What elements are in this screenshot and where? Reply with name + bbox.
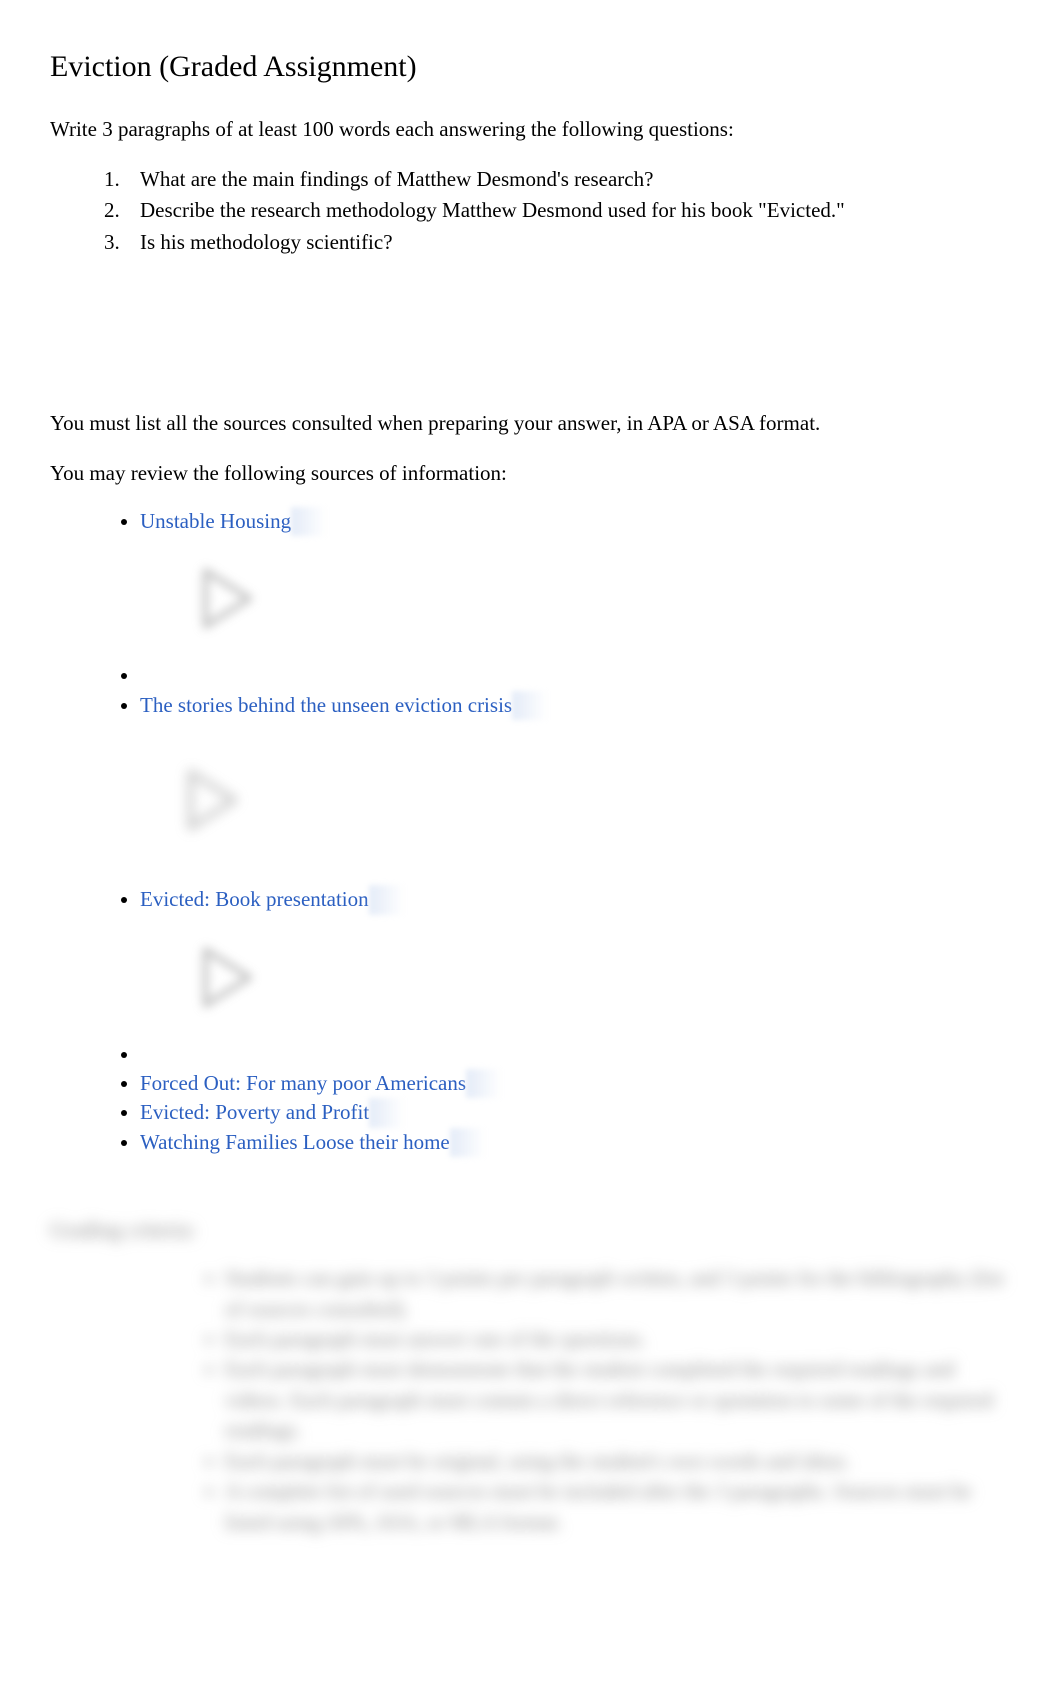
play-icon xyxy=(200,561,255,636)
page-title: Eviction (Graded Assignment) xyxy=(50,50,1012,84)
question-item: Is his methodology scientific? xyxy=(125,227,1012,259)
link-unstable-housing[interactable]: Unstable Housing xyxy=(140,509,291,533)
question-item: Describe the research methodology Matthe… xyxy=(125,195,1012,227)
grading-item: A complete list of used sources must be … xyxy=(225,1476,1012,1537)
play-icon xyxy=(185,760,240,840)
link-book-presentation[interactable]: Evicted: Book presentation xyxy=(140,887,369,911)
sources-list: Unstable Housing The stories behind the … xyxy=(140,507,1012,1157)
list-item: Unstable Housing xyxy=(140,507,1012,636)
grading-item: Students can gain up to 3 points per par… xyxy=(225,1263,1012,1324)
questions-list: What are the main findings of Matthew De… xyxy=(125,164,1012,259)
grading-section: Grading criteria: Students can gain up t… xyxy=(50,1217,1012,1537)
grading-item: Each paragraph must answer one of the qu… xyxy=(225,1324,1012,1354)
list-item: The stories behind the unseen eviction c… xyxy=(140,691,1012,840)
grading-item: Each paragraph must demonstrate that the… xyxy=(225,1354,1012,1445)
link-eviction-crisis[interactable]: The stories behind the unseen eviction c… xyxy=(140,693,512,717)
grading-item: Each paragraph must be original, using t… xyxy=(225,1446,1012,1476)
intro-text: Write 3 paragraphs of at least 100 words… xyxy=(50,114,1012,146)
list-item-empty xyxy=(140,661,1012,690)
link-forced-out[interactable]: Forced Out: For many poor Americans xyxy=(140,1071,466,1095)
grading-title: Grading criteria: xyxy=(50,1217,1012,1243)
list-item: Evicted: Book presentation xyxy=(140,885,1012,1014)
sources-note: You must list all the sources consulted … xyxy=(50,408,1012,440)
spacer xyxy=(50,288,1012,408)
list-item: Watching Families Loose their home xyxy=(140,1128,1012,1157)
play-icon xyxy=(200,940,255,1015)
list-item: Evicted: Poverty and Profit xyxy=(140,1098,1012,1127)
review-note: You may review the following sources of … xyxy=(50,458,1012,490)
grading-list: Students can gain up to 3 points per par… xyxy=(225,1263,1012,1537)
link-watching-families[interactable]: Watching Families Loose their home xyxy=(140,1130,450,1154)
question-item: What are the main findings of Matthew De… xyxy=(125,164,1012,196)
link-poverty-profit[interactable]: Evicted: Poverty and Profit xyxy=(140,1100,369,1124)
list-item: Forced Out: For many poor Americans xyxy=(140,1069,1012,1098)
list-item-empty xyxy=(140,1040,1012,1069)
